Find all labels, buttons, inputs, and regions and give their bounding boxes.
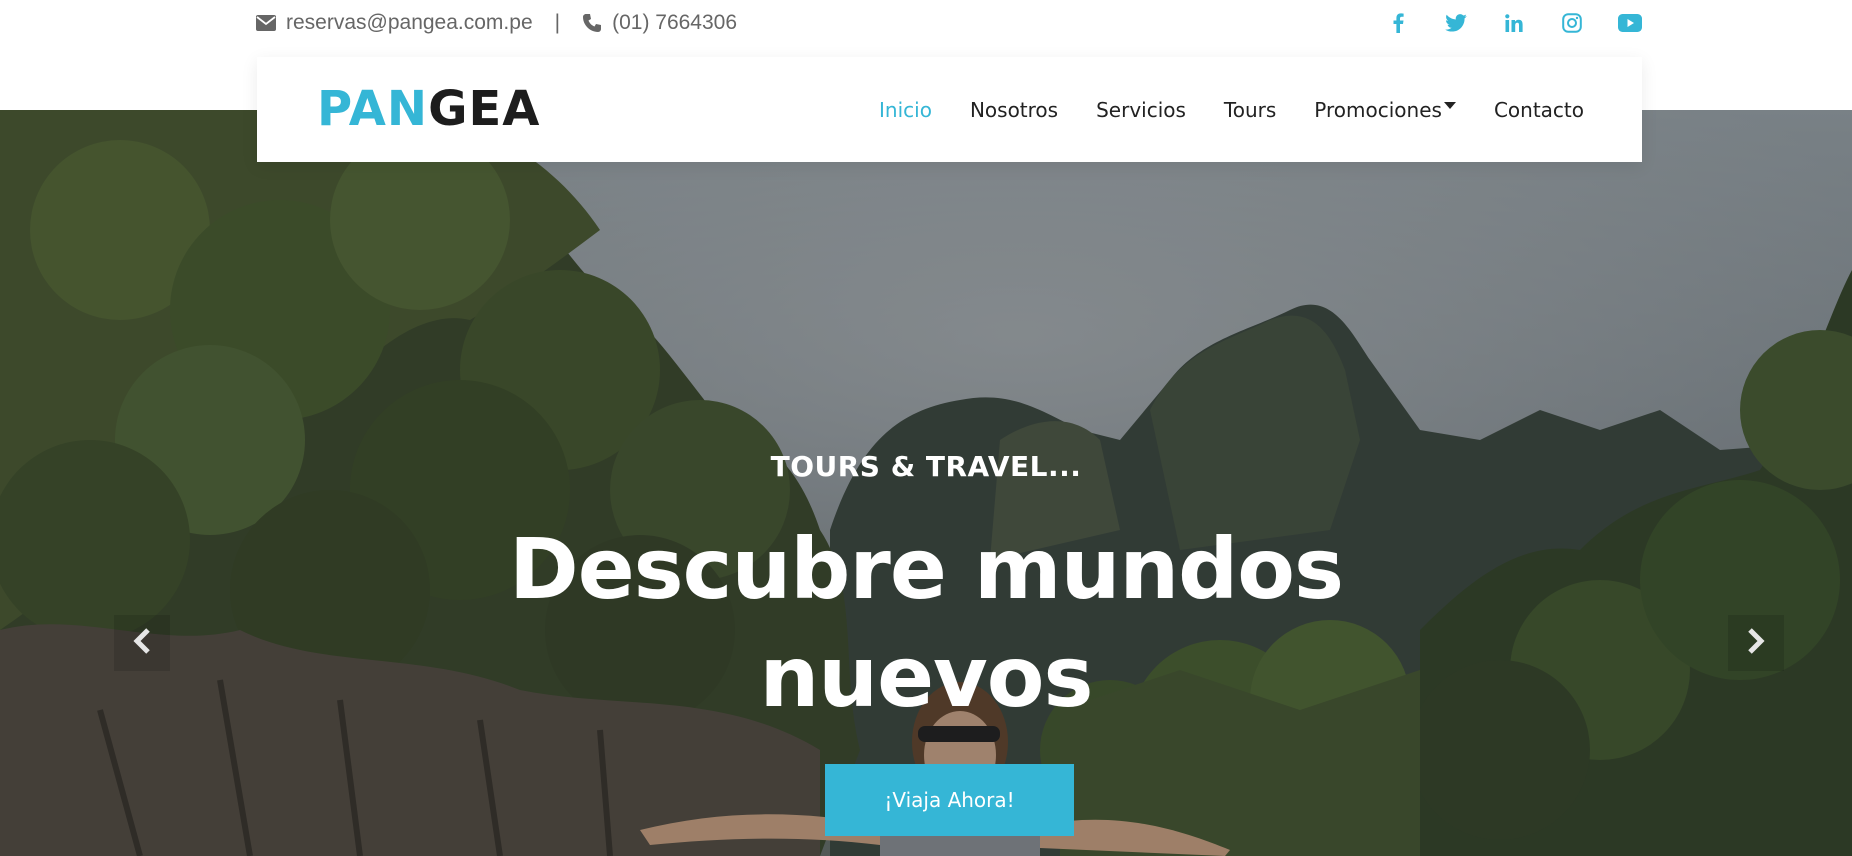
hero-carousel: TOURS & TRAVEL... Descubre mundos nuevos… — [0, 110, 1852, 856]
phone-icon — [582, 13, 602, 33]
nav-menu: Inicio Nosotros Servicios Tours Promocio… — [879, 57, 1584, 162]
linkedin-icon[interactable] — [1500, 9, 1528, 37]
envelope-icon — [256, 13, 276, 33]
chevron-right-icon — [1747, 627, 1765, 659]
nav-item-servicios[interactable]: Servicios — [1096, 98, 1186, 122]
nav-item-promociones[interactable]: Promociones — [1314, 98, 1456, 122]
brand-logo-part-1: PAN — [317, 81, 429, 137]
hero-content: TOURS & TRAVEL... Descubre mundos nuevos… — [0, 110, 1852, 856]
contact-separator: | — [554, 11, 561, 34]
phone-link[interactable]: (01) 7664306 — [612, 11, 737, 35]
brand-logo-part-2: GEA — [428, 81, 541, 137]
social-links — [1384, 8, 1644, 38]
facebook-icon[interactable] — [1384, 9, 1412, 37]
brand-logo[interactable]: PANGEA — [317, 79, 540, 139]
main-navbar: PANGEA Inicio Nosotros Servicios Tours P… — [257, 57, 1642, 162]
carousel-prev-button[interactable] — [114, 615, 170, 671]
youtube-icon[interactable] — [1616, 9, 1644, 37]
nav-item-nosotros[interactable]: Nosotros — [970, 98, 1058, 122]
hero-headline: Descubre mundos nuevos — [508, 520, 1344, 726]
carousel-next-button[interactable] — [1728, 615, 1784, 671]
nav-item-promociones-label: Promociones — [1314, 97, 1442, 122]
twitter-icon[interactable] — [1442, 9, 1470, 37]
nav-item-tours[interactable]: Tours — [1224, 98, 1276, 122]
caret-down-icon — [1443, 102, 1456, 109]
nav-item-inicio[interactable]: Inicio — [879, 98, 932, 122]
email-link[interactable]: reservas@pangea.com.pe — [286, 11, 533, 35]
instagram-icon[interactable] — [1558, 9, 1586, 37]
hero-subtitle: TOURS & TRAVEL... — [770, 450, 1082, 483]
travel-now-button[interactable]: ¡Viaja Ahora! — [825, 764, 1074, 836]
chevron-left-icon — [133, 627, 151, 659]
nav-item-contacto[interactable]: Contacto — [1494, 98, 1584, 122]
contact-info: reservas@pangea.com.pe | (01) 7664306 — [256, 8, 737, 38]
